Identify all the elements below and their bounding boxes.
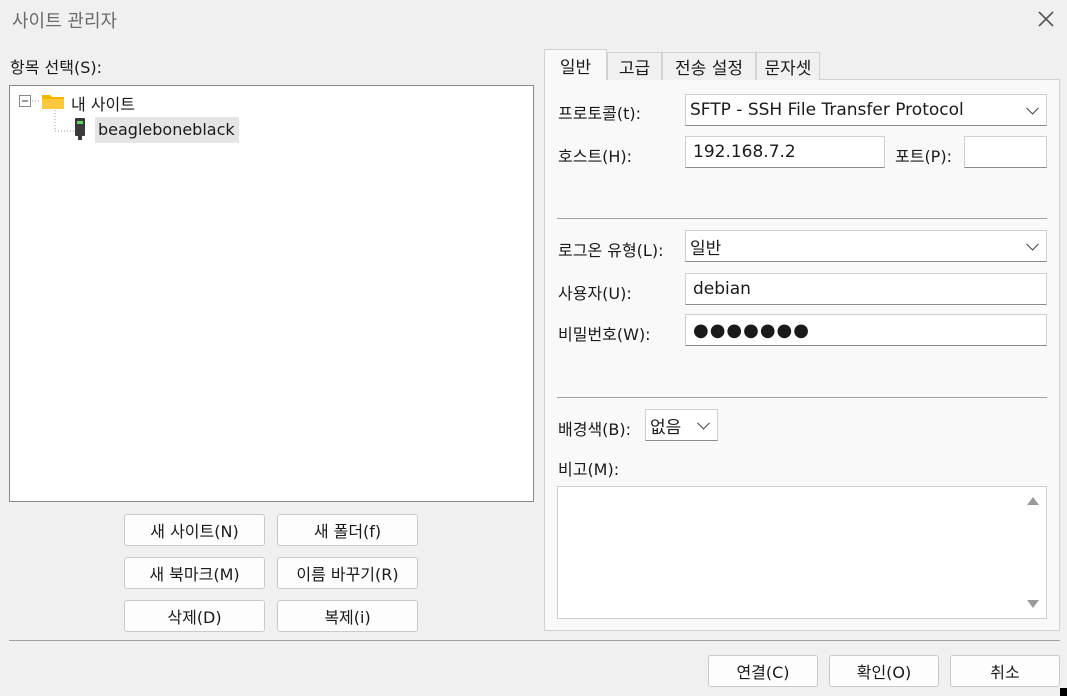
background-color-label: 배경색(B): (558, 420, 632, 439)
chevron-down-icon (1026, 237, 1039, 251)
logon-type-value: 일반 (690, 238, 722, 259)
delete-button[interactable]: 삭제(D) (124, 600, 265, 632)
password-label: 비밀번호(W): (558, 325, 651, 344)
rename-button[interactable]: 이름 바꾸기(R) (277, 557, 418, 589)
select-entry-label: 항목 선택(S): (10, 58, 102, 77)
new-site-button[interactable]: 새 사이트(N) (124, 514, 265, 546)
cancel-button[interactable]: 취소 (950, 655, 1060, 687)
memo-label: 비고(M): (558, 460, 620, 479)
port-label: 포트(P): (895, 147, 952, 166)
logon-type-label: 로그온 유형(L): (558, 241, 664, 260)
separator (557, 218, 1047, 219)
port-input[interactable] (964, 136, 1047, 168)
logon-type-select[interactable]: 일반 (685, 230, 1047, 262)
tab-advanced[interactable]: 고급 (607, 52, 662, 80)
user-label: 사용자(U): (558, 284, 632, 303)
background-color-select[interactable]: 없음 (645, 409, 718, 441)
host-input[interactable]: 192.168.7.2 (685, 136, 885, 168)
new-folder-button[interactable]: 새 폴더(f) (277, 514, 418, 546)
protocol-value: SFTP - SSH File Transfer Protocol (690, 100, 964, 120)
site-tree[interactable]: 내 사이트 beagleboneblack (9, 85, 534, 502)
folder-icon (42, 95, 64, 109)
scroll-down-icon[interactable] (1027, 600, 1039, 608)
separator (557, 397, 1047, 398)
server-icon (75, 118, 85, 140)
window-title: 사이트 관리자 (12, 11, 118, 32)
ok-button[interactable]: 확인(O) (829, 655, 939, 687)
tab-transfer-settings[interactable]: 전송 설정 (662, 52, 756, 80)
new-bookmark-button[interactable]: 새 북마크(M) (124, 557, 265, 589)
host-label: 호스트(H): (558, 147, 633, 166)
connect-button[interactable]: 연결(C) (708, 655, 818, 687)
memo-textarea[interactable] (557, 486, 1047, 619)
protocol-select[interactable]: SFTP - SSH File Transfer Protocol (685, 94, 1047, 126)
tree-root-label[interactable]: 내 사이트 (71, 91, 135, 115)
close-icon[interactable] (1034, 7, 1058, 31)
password-input[interactable]: ●●●●●●● (685, 314, 1047, 346)
tree-site-item[interactable]: beagleboneblack (98, 120, 235, 139)
background-color-value: 없음 (650, 417, 682, 438)
chevron-down-icon (697, 416, 710, 430)
duplicate-button[interactable]: 복제(i) (277, 600, 418, 632)
chevron-down-icon (1026, 101, 1039, 115)
footer-separator (9, 640, 1060, 641)
tab-charset[interactable]: 문자셋 (756, 52, 820, 80)
user-input[interactable]: debian (685, 273, 1047, 305)
scroll-up-icon[interactable] (1027, 497, 1039, 505)
resize-grip[interactable] (1060, 688, 1067, 696)
tab-general[interactable]: 일반 (544, 49, 607, 81)
protocol-label: 프로토콜(t): (558, 104, 642, 123)
